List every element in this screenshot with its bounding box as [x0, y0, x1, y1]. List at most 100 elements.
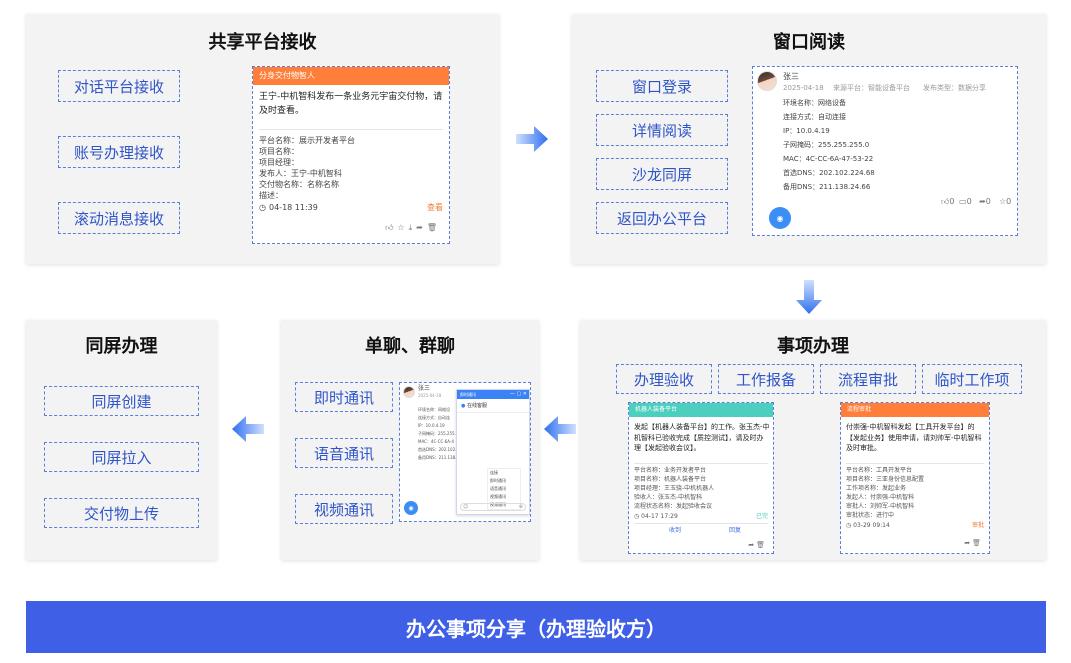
tag-acceptance[interactable]: 办理验收	[616, 364, 712, 394]
arrow-right-icon	[516, 126, 548, 152]
window-controls-icon[interactable]: — ▢ ✕	[510, 390, 527, 399]
card-field: 发起人：付崇强-中机智科	[846, 494, 915, 501]
tag-salon-screen[interactable]: 沙龙同屏	[596, 158, 728, 190]
card-field: 备用DNS：211.138.	[418, 455, 457, 460]
menu-item[interactable]: 视频通讯	[488, 493, 520, 501]
tag-account-receive[interactable]: 账号办理接收	[58, 136, 180, 168]
reply-button[interactable]: 回复	[729, 527, 741, 535]
card-field: 环境名称：网络设	[418, 407, 450, 412]
menu-item[interactable]: 即时通讯	[488, 477, 520, 485]
tag-temp-work[interactable]: 临时工作项	[922, 364, 1022, 394]
view-link[interactable]: 查看	[427, 202, 443, 213]
approval-card: 流程审批 付崇强-中机智科发起【工具开发平台】的【发起业务】使用申请，请刘帅军-…	[840, 402, 990, 554]
comment-icon[interactable]: ▭0	[959, 197, 972, 206]
tag-detail-read[interactable]: 详情阅读	[596, 114, 728, 146]
menu-item[interactable]: 连接	[488, 469, 520, 477]
bot-icon[interactable]: ◉	[404, 501, 418, 515]
card-field: 子网掩码：255.255.	[418, 431, 456, 436]
action-icons[interactable]: 👍︎☆⤓➦🗑︎	[385, 223, 441, 233]
card-field: IP：10.0.4.19	[418, 423, 445, 428]
card-field: 交付物名称：名称名称	[259, 180, 339, 189]
card-message: 王宁-中机智科发布一条业务元宇宙交付物，请及时查看。	[259, 92, 443, 116]
card-time: ◷ 04-17 17:29	[634, 513, 678, 520]
menu-item[interactable]: 语音通讯	[488, 485, 520, 493]
read-window-card: 张三 2025-04-18 来源平台：智能设备平台 发布类型：数据分享 环境名称…	[752, 66, 1018, 236]
like-icon[interactable]: 👍︎0	[941, 197, 954, 207]
panel-title: 窗口阅读	[773, 32, 845, 53]
card-field: 首选DNS：202.102.	[418, 447, 457, 452]
card-message: 付崇强-中机智科发起【工具开发平台】的【发起业务】使用申请，请刘帅军-中机智科及…	[846, 423, 982, 452]
tag-process-approval[interactable]: 流程审批	[820, 364, 916, 394]
service-icon: ●	[461, 403, 466, 409]
meta-date: 2025-04-18	[783, 84, 824, 92]
action-icons[interactable]: ➦🗑︎	[964, 539, 983, 547]
arrow-left-icon	[544, 416, 576, 442]
acceptance-card: 机器人装备平台 发起【机器人装备平台】的工作。张玉杰-中机智科已验收完成【质控测…	[628, 402, 774, 554]
tag-voice-call[interactable]: 语音通讯	[295, 438, 393, 468]
card-field: 平台名称：工具开发平台	[846, 467, 913, 474]
card-field: 描述：	[259, 191, 283, 200]
card-field: 项目经理：王玉骁-中机机器人	[634, 485, 715, 492]
card-field: 首选DNS：202.102.224.68	[783, 169, 875, 177]
tag-screen-pull[interactable]: 同屏拉入	[44, 442, 199, 472]
panel-shared-receive: 共享平台接收 对话平台接收 账号办理接收 滚动消息接收 分身交付物智人 王宁-中…	[26, 14, 499, 264]
tag-scroll-receive[interactable]: 滚动消息接收	[58, 202, 180, 234]
meta-type: 发布类型：数据分享	[923, 84, 986, 92]
avatar	[757, 71, 777, 91]
avatar	[403, 386, 415, 398]
card-field: 平台名称：业务开发者平台	[634, 467, 707, 474]
arrow-left-icon	[232, 416, 264, 442]
share-icon[interactable]: ➦0	[979, 197, 991, 206]
panel-chat: 单聊、群聊 即时通讯 语音通讯 视频通讯 张三 2025-04-18 环境名称：…	[281, 320, 539, 560]
arrow-down-icon	[796, 280, 822, 314]
message-card: 分身交付物智人 王宁-中机智科发布一条业务元宇宙交付物，请及时查看。 平台名称：…	[252, 66, 450, 244]
card-field: 备用DNS：211.138.24.66	[783, 183, 871, 191]
status-badge: 审批	[971, 522, 984, 529]
chat-window: 张三 2025-04-18 环境名称：网络设 连接方式：自动连 IP：10.0.…	[399, 382, 531, 522]
card-header: 机器人装备平台	[629, 403, 773, 417]
card-field: 工作项名称：发起业务	[846, 485, 907, 492]
card-field: 审批状态：进行中	[846, 512, 895, 519]
star-icon[interactable]: ☆0	[999, 197, 1011, 206]
card-field: 子网掩码：255.255.255.0	[783, 141, 870, 149]
received-button[interactable]: 收到	[669, 527, 681, 535]
card-header: 流程审批	[841, 403, 989, 417]
bot-icon[interactable]: ◉	[769, 207, 791, 229]
tag-deliverable-upload[interactable]: 交付物上传	[44, 498, 199, 528]
card-field: 环境名称：网络设备	[783, 99, 846, 107]
card-field: 项目名称：机器人装备平台	[634, 476, 707, 483]
panel-title: 同屏办理	[85, 336, 158, 357]
sender-name: 张三	[783, 72, 799, 81]
chat-popup: 即时通讯 — ▢ ✕ ● 在线客服 连接 即时通讯 语音通讯 视频通讯 视频通讯…	[456, 389, 530, 515]
tag-instant-message[interactable]: 即时通讯	[295, 382, 393, 412]
tag-video-call[interactable]: 视频通讯	[295, 494, 393, 524]
card-field: MAC：4C-CC-6A-47-53-22	[783, 155, 874, 163]
clock-icon: ◷	[259, 203, 266, 212]
card-message: 发起【机器人装备平台】的工作。张玉杰-中机智科已验收完成【质控测试】，请及时办理…	[634, 423, 770, 452]
panel-title: 共享平台接收	[208, 32, 317, 53]
status-badge: 已完	[755, 513, 768, 520]
meta-source: 来源平台：智能设备平台	[833, 84, 910, 92]
tag-work-report[interactable]: 工作报备	[718, 364, 814, 394]
card-time: ◷ 03-29 09:14	[846, 522, 890, 529]
card-field: IP：10.0.4.19	[783, 127, 830, 135]
tag-dialog-receive[interactable]: 对话平台接收	[58, 70, 180, 102]
card-field: 平台名称：展示开发者平台	[259, 136, 355, 145]
tag-window-login[interactable]: 窗口登录	[596, 70, 728, 102]
panel-same-screen: 同屏办理 同屏创建 同屏拉入 交付物上传	[26, 320, 217, 560]
panel-window-read: 窗口阅读 窗口登录 详情阅读 沙龙同屏 返回办公平台 张三 2025-04-18…	[572, 14, 1046, 264]
action-icons[interactable]: ➦🗑︎	[748, 541, 767, 549]
card-time: 04-18 11:39	[269, 203, 318, 212]
card-field: MAC：4C-CC-6A-4	[418, 439, 454, 444]
tag-screen-create[interactable]: 同屏创建	[44, 386, 199, 416]
tag-back-office[interactable]: 返回办公平台	[596, 202, 728, 234]
card-field: 连接方式：自动连	[418, 415, 450, 420]
bottom-banner: 办公事项分享（办理验收方）	[26, 601, 1046, 653]
meta-date: 2025-04-18	[418, 393, 442, 398]
panel-title: 单聊、群聊	[365, 336, 455, 357]
chat-input[interactable]: ☺ ⊕	[460, 503, 526, 511]
card-field: 流程状态名称：发起验收会议	[634, 503, 713, 510]
panel-matter-handle: 事项办理 办理验收 工作报备 流程审批 临时工作项 机器人装备平台 发起【机器人…	[580, 320, 1046, 560]
popup-title: ● 在线客服	[457, 399, 529, 413]
card-header: 分身交付物智人	[253, 67, 449, 85]
